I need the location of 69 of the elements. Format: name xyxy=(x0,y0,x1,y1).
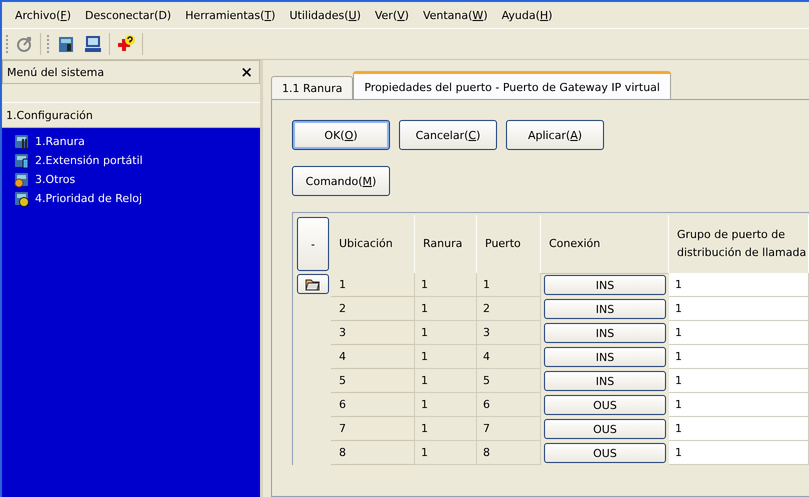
connection-button[interactable]: OUS xyxy=(544,395,666,415)
sidebar-item[interactable]: 1.Ranura xyxy=(35,135,85,148)
dialog-button[interactable]: OK(O) xyxy=(292,120,390,150)
table-cell: 1 xyxy=(415,321,477,345)
help-icon[interactable] xyxy=(116,34,136,54)
dialog-button[interactable]: Aplicar(A) xyxy=(506,120,604,150)
table-cell: 1 xyxy=(415,345,477,369)
table-cell: 8 xyxy=(331,441,415,465)
sidebar-title: Menú del sistema xyxy=(7,66,104,78)
menu-item[interactable]: Archivo(F) xyxy=(8,8,78,22)
close-button[interactable]: × xyxy=(240,63,253,81)
menu-item[interactable]: Ayuda(H) xyxy=(494,8,560,22)
table-cell: 3 xyxy=(331,321,415,345)
table-cell: 3 xyxy=(477,321,541,345)
menu-item[interactable]: Desconectar(D) xyxy=(78,8,178,22)
table-cell: 1 xyxy=(477,273,541,297)
disconnect-icon[interactable] xyxy=(16,35,34,53)
table-cell: 1 xyxy=(415,369,477,393)
row-selector-button[interactable] xyxy=(297,274,329,294)
table-cell: 4 xyxy=(477,345,541,369)
rack-icon xyxy=(14,134,30,150)
table-cell[interactable]: 1 xyxy=(669,273,809,297)
connection-button[interactable]: INS xyxy=(544,323,666,343)
table-cell: 7 xyxy=(331,417,415,441)
menu-item[interactable]: Herramientas(T) xyxy=(178,8,282,22)
table-cell[interactable]: 1 xyxy=(669,417,809,441)
sidebar-item[interactable]: 2.Extensión portátil xyxy=(35,154,143,167)
connection-button[interactable]: OUS xyxy=(544,419,666,439)
table-cell: 6 xyxy=(477,393,541,417)
table-cell: 4 xyxy=(331,345,415,369)
table-cell: 1 xyxy=(415,297,477,321)
table-cell[interactable]: 1 xyxy=(669,345,809,369)
table-cell[interactable]: 1 xyxy=(669,297,809,321)
menu-item[interactable]: Utilidades(U) xyxy=(282,8,368,22)
table-cell[interactable]: 1 xyxy=(669,393,809,417)
table-cell[interactable]: 1 xyxy=(669,321,809,345)
command-button[interactable]: Comando(M) xyxy=(292,166,390,196)
column-header: Conexión xyxy=(541,215,669,274)
tab[interactable]: 1.1 Ranura xyxy=(271,76,354,100)
section-header[interactable]: 1.Configuración xyxy=(2,102,260,128)
folder-icon xyxy=(305,277,321,291)
sidebar-item[interactable]: 3.Otros xyxy=(35,173,76,186)
phone-icon xyxy=(14,152,30,168)
table-cell[interactable]: 1 xyxy=(669,441,809,465)
connection-button[interactable]: OUS xyxy=(544,443,666,463)
connection-button[interactable]: INS xyxy=(544,347,666,367)
table-cell: 1 xyxy=(331,273,415,297)
table-cell: 6 xyxy=(331,393,415,417)
connection-button[interactable]: INS xyxy=(544,299,666,319)
dialog-button[interactable]: Cancelar(C) xyxy=(399,120,497,150)
table-cell: 1 xyxy=(415,417,477,441)
table-cell: 1 xyxy=(415,273,477,297)
connection-button[interactable]: INS xyxy=(544,275,666,295)
table-cell[interactable]: 1 xyxy=(669,369,809,393)
table-cell: 7 xyxy=(477,417,541,441)
table-cell: 2 xyxy=(477,297,541,321)
computer-icon[interactable] xyxy=(83,34,103,54)
table-cell: 2 xyxy=(331,297,415,321)
menu-item[interactable]: Ver(V) xyxy=(368,8,416,22)
sidebar-item[interactable]: 4.Prioridad de Reloj xyxy=(35,192,142,205)
table-cell: 5 xyxy=(331,369,415,393)
connection-button[interactable]: INS xyxy=(544,371,666,391)
table-cell: 1 xyxy=(415,441,477,465)
column-header-button[interactable]: - xyxy=(297,217,329,271)
table-cell: 1 xyxy=(415,393,477,417)
menu-item[interactable]: Ventana(W) xyxy=(416,8,495,22)
table-cell: 8 xyxy=(477,441,541,465)
tab[interactable]: Propiedades del puerto - Puerto de Gateway IP virtual xyxy=(353,71,671,100)
table-cell: 5 xyxy=(477,369,541,393)
